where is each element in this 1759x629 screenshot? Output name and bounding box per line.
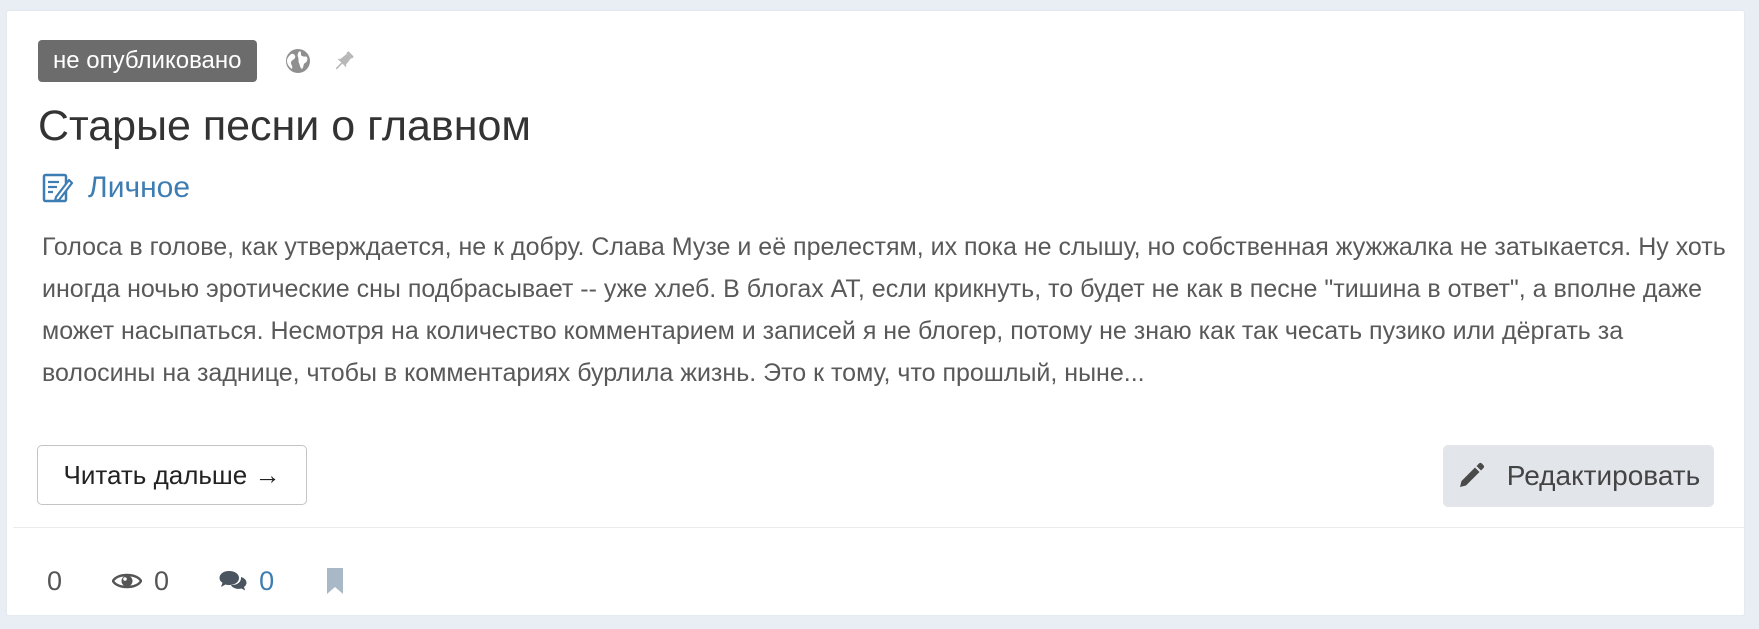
globe-icon[interactable] (283, 46, 313, 76)
card-divider (13, 527, 1744, 528)
views-count: 0 (154, 565, 170, 596)
edit-button[interactable]: Редактировать (1443, 445, 1714, 507)
post-card: не опубликовано Старые песни о главном Л… (7, 11, 1744, 615)
category-link[interactable]: Личное (88, 171, 190, 205)
bookmark-stat[interactable] (326, 568, 356, 594)
pencil-icon (1457, 462, 1485, 490)
post-stats: 0 0 0 (47, 551, 356, 611)
eye-icon (112, 570, 143, 592)
comments-count[interactable]: 0 (259, 566, 274, 597)
pin-icon[interactable] (329, 46, 359, 76)
comments-stat[interactable]: 0 (219, 566, 274, 597)
edit-button-label: Редактировать (1506, 460, 1701, 491)
post-actions: Читать дальше → Редактировать (37, 445, 1714, 507)
post-status-row: не опубликовано (38, 40, 1714, 82)
post-category: Личное (38, 168, 1714, 208)
bookmark-icon[interactable] (326, 568, 344, 594)
read-more-button[interactable]: Читать дальше → (37, 445, 307, 505)
post-title[interactable]: Старые песни о главном (38, 100, 1714, 152)
blog-post-icon (40, 170, 76, 206)
rating-count: 0 (47, 565, 63, 596)
comments-icon (219, 569, 247, 593)
status-badge: не опубликовано (38, 40, 257, 82)
post-card-body: не опубликовано Старые песни о главном Л… (38, 40, 1726, 394)
views-stat: 0 (112, 566, 169, 597)
rating-stat: 0 (47, 566, 62, 597)
post-excerpt: Голоса в голове, как утверждается, не к … (42, 233, 1726, 387)
